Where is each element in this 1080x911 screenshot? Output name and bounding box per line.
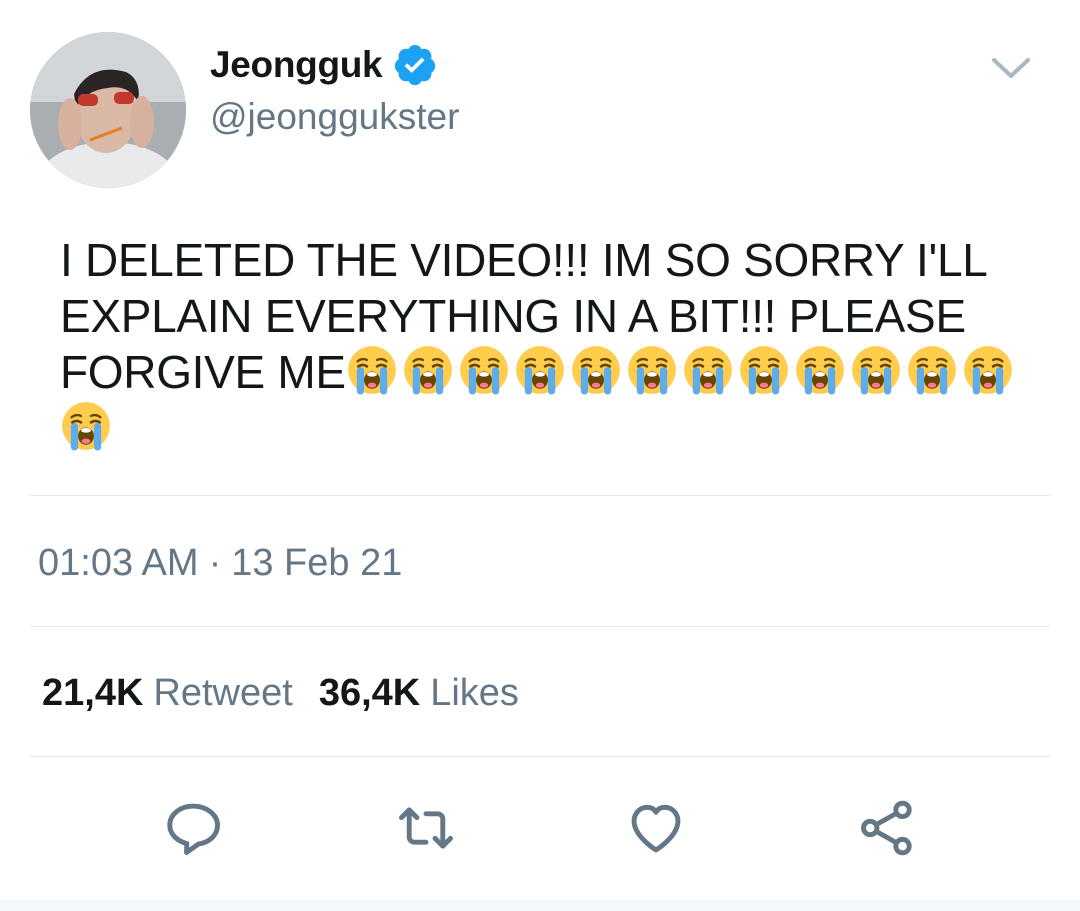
retweet-button[interactable] bbox=[393, 795, 459, 861]
like-label: Likes bbox=[430, 672, 519, 714]
chevron-down-icon[interactable] bbox=[988, 50, 1034, 86]
loudly-crying-face-icon bbox=[515, 346, 564, 395]
tweet-text: I DELETED THE VIDEO!!! IM SO SORRY I'LL … bbox=[60, 232, 1050, 456]
bottom-separator bbox=[0, 900, 1080, 911]
retweet-stat[interactable]: 21,4K Retweet bbox=[42, 672, 293, 715]
loudly-crying-face-icon bbox=[403, 346, 452, 395]
retweet-label: Retweet bbox=[153, 672, 293, 714]
avatar[interactable] bbox=[30, 32, 186, 188]
retweet-count: 21,4K bbox=[42, 672, 144, 714]
emoji-overflow-line bbox=[60, 400, 1050, 456]
emoji-sequence bbox=[346, 346, 1018, 398]
loudly-crying-face-icon bbox=[963, 346, 1012, 395]
verified-badge-icon bbox=[392, 42, 438, 88]
heart-icon bbox=[631, 804, 681, 853]
tweet-text-line: I DELETED THE VIDEO!!! IM SO SORRY I'LL bbox=[60, 234, 988, 286]
loudly-crying-face-icon bbox=[459, 346, 508, 395]
share-button[interactable] bbox=[854, 795, 920, 861]
tweet-date: 13 Feb 21 bbox=[231, 542, 403, 584]
like-button[interactable] bbox=[623, 795, 689, 861]
avatar-photo bbox=[30, 32, 186, 188]
tweet-text-line-with-emoji: FORGIVE ME bbox=[60, 344, 1050, 400]
timestamp[interactable]: 01:03 AM · 13 Feb 21 bbox=[38, 542, 402, 585]
like-stat[interactable]: 36,4K Likes bbox=[319, 672, 519, 715]
like-count: 36,4K bbox=[318, 672, 421, 714]
loudly-crying-face-icon bbox=[683, 346, 732, 395]
tweet-text-line: EXPLAIN EVERYTHING IN A BIT!!! PLEASE bbox=[60, 290, 966, 342]
loudly-crying-face-icon bbox=[571, 346, 620, 395]
tweet-text-line: FORGIVE ME bbox=[60, 346, 346, 398]
user-handle[interactable]: @jeonggukster bbox=[210, 96, 459, 138]
display-name[interactable]: Jeongguk bbox=[210, 44, 383, 86]
loudly-crying-face-icon bbox=[627, 346, 676, 395]
loudly-crying-face-icon bbox=[62, 402, 110, 451]
divider bbox=[30, 495, 1050, 496]
loudly-crying-face-icon bbox=[907, 346, 956, 395]
loudly-crying-face-icon bbox=[851, 346, 900, 395]
divider bbox=[30, 626, 1050, 627]
tweet-stats: 21,4K Retweet 36,4K Likes bbox=[42, 672, 519, 715]
loudly-crying-face-icon bbox=[739, 346, 788, 395]
divider bbox=[30, 756, 1050, 757]
share-icon bbox=[861, 800, 912, 856]
timestamp-separator: · bbox=[208, 542, 222, 584]
reply-button[interactable] bbox=[160, 795, 226, 861]
display-name-row: Jeongguk bbox=[210, 40, 438, 90]
reply-icon bbox=[167, 803, 220, 855]
retweet-icon bbox=[399, 807, 453, 849]
loudly-crying-face-icon bbox=[347, 346, 396, 395]
tweet-time: 01:03 AM bbox=[38, 542, 199, 584]
loudly-crying-face-icon bbox=[795, 346, 844, 395]
